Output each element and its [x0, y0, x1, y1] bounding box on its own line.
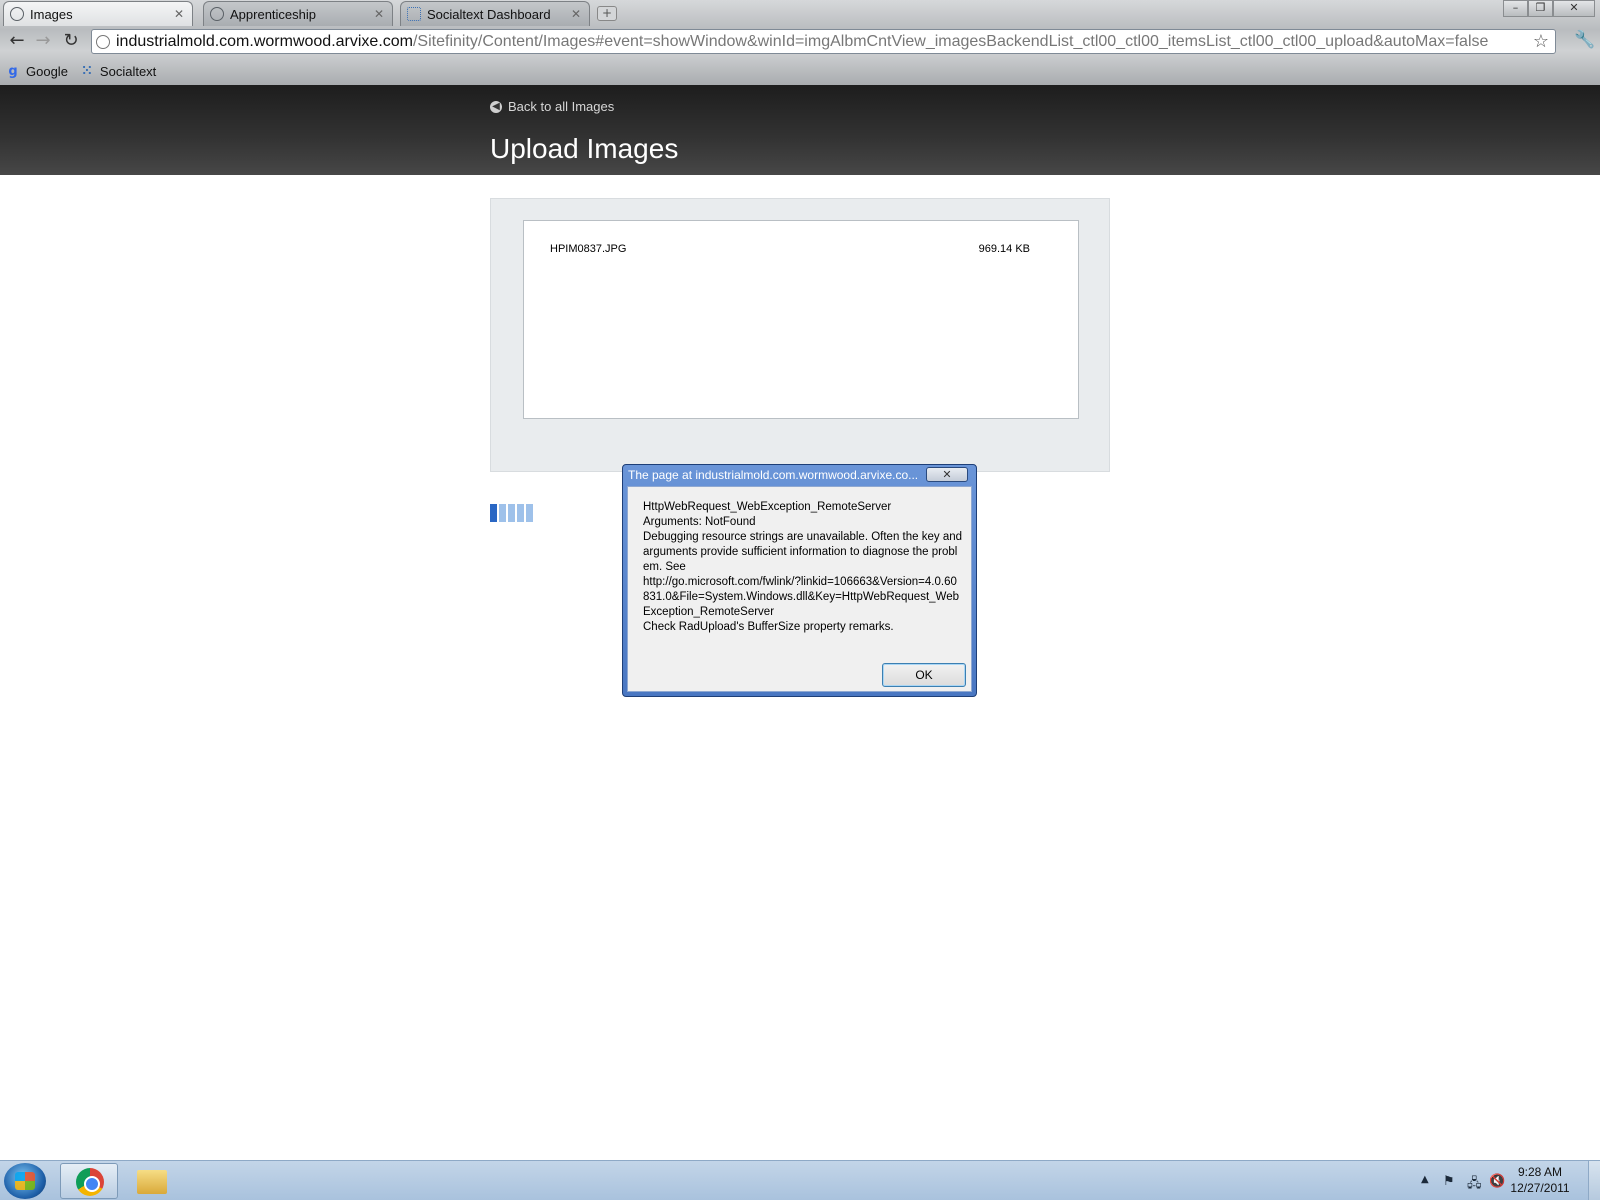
bookmark-google[interactable]: g Google [6, 64, 68, 79]
close-tab-icon[interactable]: ✕ [172, 7, 186, 21]
page-info-icon[interactable] [96, 34, 110, 49]
reload-icon[interactable]: ↻ [60, 30, 82, 52]
dialog-message: HttpWebRequest_WebException_RemoteServer… [643, 501, 963, 633]
google-icon: g [8, 63, 18, 79]
show-desktop-button[interactable] [1588, 1161, 1600, 1200]
restore-icon[interactable]: ❐ [1528, 0, 1553, 17]
tab-title: Apprenticeship [230, 6, 316, 22]
page-header: ◀ Back to all Images Upload Images [0, 85, 1600, 175]
globe-icon [10, 7, 24, 21]
bookmark-label: Socialtext [99, 64, 157, 79]
close-icon[interactable]: ✕ [926, 467, 968, 482]
tab-strip: Images ✕ Apprenticeship ✕ Socialtext Das… [0, 0, 1600, 26]
network-icon[interactable]: 🖧 [1467, 1174, 1482, 1196]
list-item: HPIM0837.JPG 969.14 KB [550, 243, 1030, 261]
tab-apprenticeship[interactable]: Apprenticeship ✕ [203, 1, 393, 26]
window-close-icon[interactable]: ✕ [1553, 0, 1595, 17]
file-size: 969.14 KB [978, 243, 1030, 255]
star-icon[interactable]: ☆ [1533, 31, 1549, 52]
spinner-bar [499, 504, 506, 522]
dialog-title: The page at industrialmold.com.wormwood.… [628, 468, 919, 482]
close-tab-icon[interactable]: ✕ [372, 7, 386, 21]
page-title: Upload Images [490, 133, 679, 164]
action-center-flag-icon[interactable]: ⚑ [1443, 1174, 1455, 1189]
tab-title: Socialtext Dashboard [427, 6, 551, 22]
minimize-icon[interactable]: – [1503, 0, 1528, 17]
spinner-bar [490, 504, 497, 522]
socialtext-icon [407, 7, 421, 21]
spinner-bar [526, 504, 533, 522]
dialog-body: HttpWebRequest_WebException_RemoteServer… [627, 486, 972, 692]
show-hidden-icons-icon[interactable]: ▲ [1421, 1174, 1429, 1185]
windows-logo-icon [15, 1172, 35, 1190]
address-bar[interactable]: industrialmold.com.wormwood.arvixe.com /… [91, 29, 1556, 54]
globe-icon [210, 7, 224, 21]
browser-chrome: Images ✕ Apprenticeship ✕ Socialtext Das… [0, 0, 1600, 85]
folder-icon [137, 1170, 167, 1194]
back-to-all-images-link[interactable]: ◀ Back to all Images [490, 99, 614, 114]
file-name: HPIM0837.JPG [550, 243, 627, 255]
bookmarks-bar: g Google ⁙ Socialtext [0, 58, 1600, 85]
dialog-titlebar[interactable]: The page at industrialmold.com.wormwood.… [623, 465, 976, 486]
browser-toolbar: ← → ↻ industrialmold.com.wormwood.arvixe… [0, 26, 1600, 58]
url-path: /Sitefinity/Content/Images#event=showWin… [412, 32, 1489, 50]
wrench-icon[interactable]: 🔧 [1574, 30, 1595, 50]
tab-images[interactable]: Images ✕ [3, 1, 193, 26]
file-list: HPIM0837.JPG 969.14 KB [523, 220, 1079, 419]
forward-arrow-icon[interactable]: → [32, 30, 54, 52]
close-tab-icon[interactable]: ✕ [569, 7, 583, 21]
taskbar: ▲ ⚑ 🖧 🔇 9:28 AM 12/27/2011 [0, 1160, 1600, 1200]
socialtext-icon: ⁙ [81, 63, 93, 79]
bookmark-socialtext[interactable]: ⁙ Socialtext [80, 64, 156, 79]
back-arrow-icon[interactable]: ← [6, 30, 28, 52]
ok-button[interactable]: OK [882, 663, 966, 687]
tab-socialtext-dashboard[interactable]: Socialtext Dashboard ✕ [400, 1, 590, 26]
clock-date: 12/27/2011 [1510, 1181, 1570, 1195]
tab-title: Images [30, 6, 73, 22]
clock-time: 9:28 AM [1517, 1165, 1563, 1179]
bookmark-label: Google [26, 64, 68, 79]
loading-spinner [490, 504, 535, 522]
start-button[interactable] [4, 1163, 46, 1199]
url-host: industrialmold.com.wormwood.arvixe.com [116, 32, 413, 50]
taskbar-clock[interactable]: 9:28 AM 12/27/2011 [1500, 1164, 1580, 1196]
taskbar-explorer-button[interactable] [122, 1163, 180, 1199]
back-arrow-icon: ◀ [490, 100, 502, 113]
back-link-label: Back to all Images [508, 99, 615, 114]
upload-panel: HPIM0837.JPG 969.14 KB [490, 198, 1110, 472]
chrome-icon [76, 1168, 104, 1196]
spinner-bar [517, 504, 524, 522]
spinner-bar [508, 504, 515, 522]
new-tab-button[interactable]: + [597, 6, 617, 21]
alert-dialog: The page at industrialmold.com.wormwood.… [622, 464, 977, 697]
taskbar-chrome-button[interactable] [60, 1163, 118, 1199]
